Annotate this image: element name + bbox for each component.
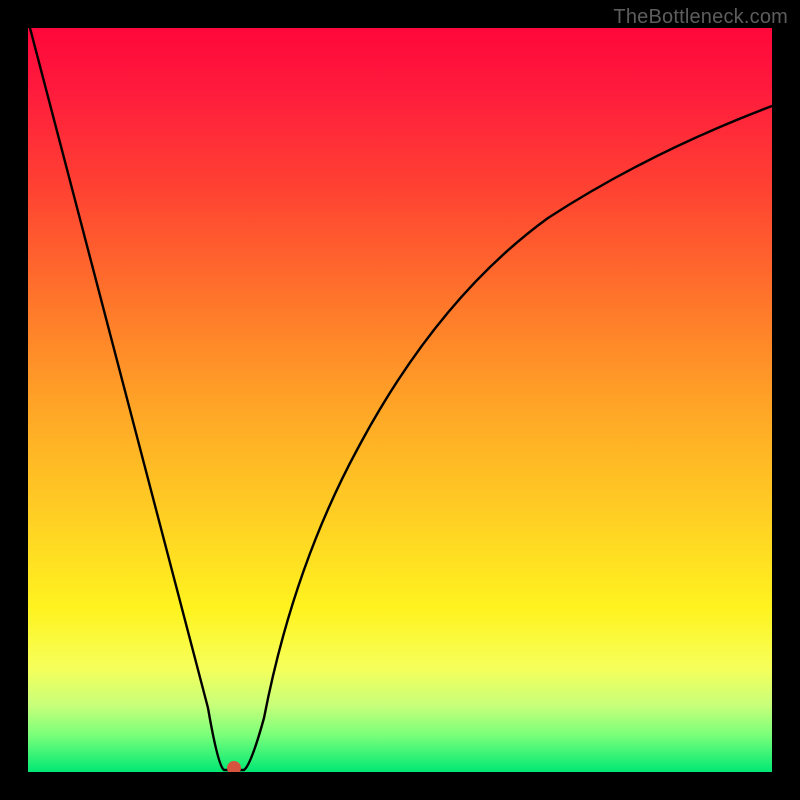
watermark-text: TheBottleneck.com	[613, 6, 788, 29]
plot-area	[28, 28, 772, 772]
minimum-marker	[227, 761, 241, 772]
bottleneck-curve	[30, 28, 772, 770]
chart-frame: TheBottleneck.com	[0, 0, 800, 800]
curve-svg	[28, 28, 772, 772]
